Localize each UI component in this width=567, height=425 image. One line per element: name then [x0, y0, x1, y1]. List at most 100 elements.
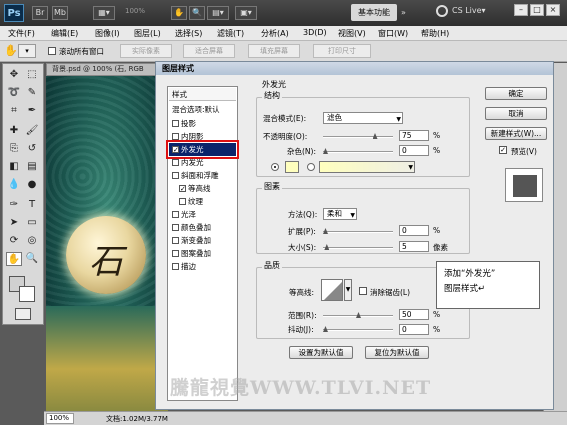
screen-mode-icon[interactable]: ▣▾: [235, 6, 257, 20]
zoom-level[interactable]: 100%: [125, 7, 161, 19]
opacity-slider[interactable]: [323, 133, 393, 139]
opacity-input[interactable]: 75: [399, 130, 429, 141]
blend-mode-select[interactable]: 滤色 ▼: [323, 112, 403, 124]
style-checkbox[interactable]: [172, 158, 179, 166]
fill-screen-button[interactable]: 填充屏幕: [248, 44, 300, 58]
3d-rotate-icon[interactable]: ⟳: [6, 234, 22, 248]
hand-tool-icon[interactable]: ✋: [6, 252, 22, 266]
menu-window[interactable]: 窗口(W): [378, 28, 408, 39]
workspace-switcher-button[interactable]: 基本功能: [351, 4, 397, 21]
noise-slider-knob[interactable]: [323, 148, 328, 154]
tool-preset-picker[interactable]: ▾: [18, 44, 36, 58]
style-item[interactable]: 描边: [169, 260, 236, 273]
range-input[interactable]: 50: [399, 309, 429, 320]
style-checkbox[interactable]: [172, 249, 179, 257]
jitter-slider[interactable]: [323, 326, 393, 332]
view-extras-icon[interactable]: ▦▾: [93, 6, 115, 20]
3d-orbit-icon[interactable]: ◎: [24, 234, 40, 248]
clone-stamp-icon[interactable]: ⎘: [6, 142, 22, 156]
eyedropper-tool-icon[interactable]: ✒: [24, 104, 40, 118]
shape-tool-icon[interactable]: ▭: [24, 216, 40, 230]
brush-tool-icon[interactable]: 🖌: [24, 124, 40, 138]
color-radio[interactable]: [271, 163, 279, 171]
minimize-button[interactable]: –: [514, 4, 528, 16]
style-item[interactable]: 渐变叠加: [169, 234, 236, 247]
scroll-all-checkbox[interactable]: [48, 47, 56, 55]
range-slider-knob[interactable]: [356, 312, 361, 318]
style-item[interactable]: 纹理: [169, 195, 236, 208]
quick-mask-icon[interactable]: [15, 308, 31, 320]
ok-button[interactable]: 确定: [485, 87, 547, 100]
reset-default-button[interactable]: 复位为默认值: [365, 346, 429, 359]
spread-input[interactable]: 0: [399, 225, 429, 236]
style-item[interactable]: 颜色叠加: [169, 221, 236, 234]
document-canvas[interactable]: 石: [46, 76, 168, 411]
actual-pixels-button[interactable]: 实际像素: [120, 44, 172, 58]
maximize-button[interactable]: □: [530, 4, 544, 16]
styles-header[interactable]: 样式: [169, 88, 236, 101]
history-brush-icon[interactable]: ↺: [24, 142, 40, 156]
style-checkbox[interactable]: [179, 197, 186, 205]
menu-help[interactable]: 帮助(H): [421, 28, 449, 39]
style-checkbox[interactable]: ✓: [179, 184, 186, 192]
pen-tool-icon[interactable]: ✑: [6, 198, 22, 212]
noise-input[interactable]: 0: [399, 145, 429, 156]
quick-select-tool-icon[interactable]: ✎: [24, 86, 40, 100]
healing-brush-icon[interactable]: ✚: [6, 124, 22, 138]
style-item[interactable]: 内阴影: [169, 130, 236, 143]
gradient-tool-icon[interactable]: ▤: [24, 160, 40, 174]
style-item[interactable]: 内发光: [169, 156, 236, 169]
gradient-radio[interactable]: [307, 163, 315, 171]
bridge-icon[interactable]: Br: [32, 6, 48, 20]
cs-live-button[interactable]: CS Live▾: [452, 6, 486, 15]
document-info[interactable]: 文档:1.02M/3.77M: [106, 414, 168, 424]
menu-analysis[interactable]: 分析(A): [261, 28, 289, 39]
fit-screen-button[interactable]: 适合屏幕: [183, 44, 235, 58]
noise-slider[interactable]: [323, 148, 393, 154]
blur-tool-icon[interactable]: 💧: [6, 178, 22, 192]
make-default-button[interactable]: 设置为默认值: [289, 346, 353, 359]
zoom-field[interactable]: 100%: [46, 413, 74, 424]
style-item[interactable]: 斜面和浮雕: [169, 169, 236, 182]
style-checkbox[interactable]: [172, 236, 179, 244]
dodge-tool-icon[interactable]: ●: [24, 178, 40, 192]
gradient-picker[interactable]: ▼: [319, 161, 415, 173]
menu-3d[interactable]: 3D(D): [303, 28, 327, 37]
style-item[interactable]: 投影: [169, 117, 236, 130]
technique-select[interactable]: 柔和 ▼: [323, 208, 357, 220]
new-style-button[interactable]: 新建样式(W)...: [485, 127, 547, 140]
crop-tool-icon[interactable]: ⌗: [6, 104, 22, 118]
menu-select[interactable]: 选择(S): [175, 28, 202, 39]
size-slider[interactable]: [323, 244, 393, 250]
range-slider[interactable]: [323, 312, 393, 318]
size-input[interactable]: 5: [399, 241, 429, 252]
path-select-icon[interactable]: ➤: [6, 216, 22, 230]
print-size-button[interactable]: 打印尺寸: [313, 44, 371, 58]
document-tab[interactable]: 背景.psd @ 100% (石, RGB: [46, 63, 171, 76]
hand-tool-icon[interactable]: ✋: [4, 44, 18, 58]
glow-color-swatch[interactable]: [285, 161, 299, 173]
style-item[interactable]: ✓ 外发光: [166, 140, 239, 159]
arrange-documents-icon[interactable]: ▤▾: [207, 6, 229, 20]
style-checkbox[interactable]: [172, 223, 179, 231]
style-checkbox[interactable]: [172, 132, 179, 140]
style-checkbox[interactable]: [172, 210, 179, 218]
hand-tool-icon[interactable]: ✋: [171, 6, 187, 20]
menu-filter[interactable]: 滤镜(T): [217, 28, 244, 39]
spread-slider[interactable]: [323, 228, 393, 234]
type-tool-icon[interactable]: T: [24, 198, 40, 212]
workspace-overflow-icon[interactable]: »: [401, 8, 406, 17]
cancel-button[interactable]: 取消: [485, 107, 547, 120]
blend-options-item[interactable]: 混合选项:默认: [169, 103, 236, 116]
menu-view[interactable]: 视图(V): [338, 28, 366, 39]
zoom-tool-icon[interactable]: 🔍: [24, 252, 40, 266]
style-checkbox[interactable]: [172, 262, 179, 270]
style-checkbox[interactable]: [172, 119, 179, 127]
menu-edit[interactable]: 编辑(E): [51, 28, 78, 39]
jitter-slider-knob[interactable]: [323, 326, 328, 332]
style-item[interactable]: 图案叠加: [169, 247, 236, 260]
size-slider-knob[interactable]: [324, 244, 330, 250]
zoom-tool-icon[interactable]: 🔍: [189, 6, 205, 20]
opacity-slider-knob[interactable]: [372, 133, 378, 139]
cs-live-icon[interactable]: [436, 5, 448, 17]
